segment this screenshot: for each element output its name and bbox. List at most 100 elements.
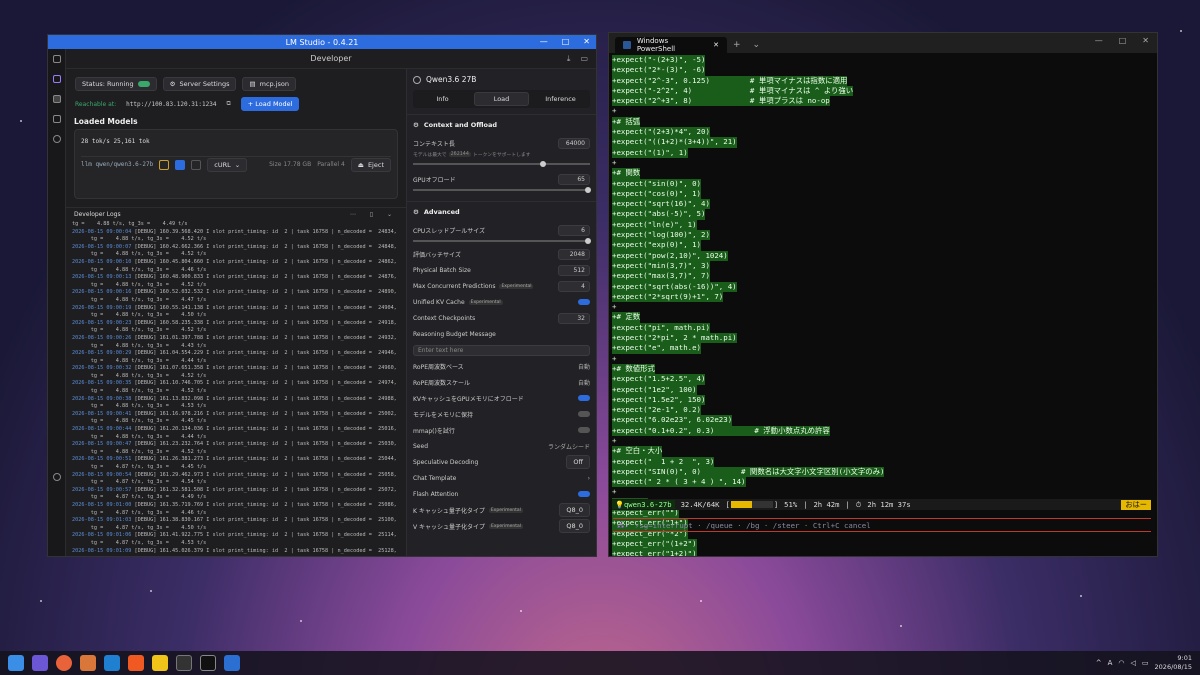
setting-select[interactable]: Q8_0	[559, 519, 590, 533]
vscode-icon[interactable]	[104, 655, 120, 671]
models-icon[interactable]	[52, 115, 61, 123]
log-timestamp: 2026-08-15 09:00:41	[72, 410, 132, 417]
close-icon[interactable]: ✕	[583, 35, 590, 49]
log-text: [DEBUG] 161.23.232.764 I slot print_timi…	[131, 441, 397, 448]
tools-icon[interactable]	[175, 159, 186, 170]
setting-select[interactable]: Q8_0	[559, 503, 590, 517]
brave-icon[interactable]	[128, 655, 144, 671]
setting-value[interactable]: 自動	[578, 378, 590, 387]
server-toggle[interactable]	[137, 81, 150, 87]
language-icon[interactable]: A	[1108, 659, 1113, 667]
terminal-input[interactable]: ⁂› ⚡sg=interrupt · /queue · /bg · /steer…	[613, 518, 1151, 532]
claude-icon[interactable]	[80, 655, 96, 671]
speaker-icon[interactable]: ◁	[1131, 659, 1136, 667]
terminal-status-line: 💡qwen3.6-27b 32.4K/64K [] 51% | 2h 42m | ⏱…	[612, 499, 1151, 510]
app-icon[interactable]	[200, 655, 216, 671]
experimental-badge: Experimental	[499, 283, 534, 289]
copy-icon[interactable]: ⧉	[226, 100, 230, 108]
search-icon[interactable]	[52, 135, 61, 143]
tab-close-icon[interactable]: ✕	[713, 41, 719, 49]
download-icon[interactable]: ⤓	[567, 54, 571, 64]
gpu-offload-slider[interactable]	[413, 187, 591, 193]
setting-field[interactable]: 6	[558, 224, 590, 236]
log-text: [DEBUG] 161.29.462.973 I slot print_timi…	[131, 471, 397, 478]
tab-dropdown-icon[interactable]: ⌄	[753, 40, 761, 50]
setting-toggle[interactable]	[578, 395, 590, 401]
gpu-offload-field[interactable]: 65	[558, 173, 590, 185]
code-icon[interactable]	[191, 159, 202, 170]
cpu-thread-slider[interactable]	[413, 238, 591, 244]
terminal-line: +expect("2e-1", 0.2)	[612, 405, 701, 416]
battery-icon[interactable]: ▭	[1142, 659, 1149, 667]
wifi-icon[interactable]: ◠	[1118, 659, 1124, 667]
setting-label: RoPE周波数スケール	[413, 379, 470, 387]
advanced-section-header[interactable]: ⚙ Advanced	[407, 201, 596, 222]
lm-title-bar[interactable]: LM Studio - 0.4.21 — □ ✕	[48, 35, 596, 49]
tab-info[interactable]: Info	[415, 92, 470, 106]
tab-load[interactable]: Load	[474, 92, 529, 106]
terminal-line: +	[612, 157, 617, 167]
monitor-icon[interactable]	[224, 655, 240, 671]
start-icon[interactable]	[8, 655, 24, 671]
browser-icon[interactable]	[56, 655, 72, 671]
gear-icon: ⚙	[413, 208, 419, 216]
new-tab-icon[interactable]: +	[733, 40, 741, 50]
eject-button[interactable]: ⏏ Eject	[350, 157, 391, 172]
terminal-tab[interactable]: Windows PowerShell ✕	[615, 37, 727, 53]
setting-value[interactable]: 自動	[578, 362, 590, 371]
minimize-icon[interactable]: —	[540, 35, 548, 49]
settings-icon[interactable]	[52, 473, 61, 481]
setting-toggle[interactable]	[578, 299, 590, 305]
lm-studio-taskbar-icon[interactable]	[32, 655, 48, 671]
maximize-icon[interactable]: □	[1119, 36, 1127, 45]
eye-icon[interactable]	[159, 159, 170, 170]
log-timestamp: 2026-08-15 09:01:09	[72, 547, 132, 554]
log-actions-icon[interactable]: ⋯ ▯ ⌄	[350, 211, 398, 218]
terminal-line: +expect("2^-3", 0.125) # 単項マイナスは指数に適用	[612, 75, 848, 86]
chevron-up-icon[interactable]: ^	[1096, 659, 1102, 667]
log-text: [DEBUG] 161.07.651.358 I slot print_timi…	[131, 365, 397, 372]
terminal-taskbar-icon[interactable]	[176, 655, 192, 671]
setting-field[interactable]: 512	[558, 264, 590, 276]
setting-toggle[interactable]	[578, 427, 590, 433]
sidebar-toggle-icon[interactable]	[52, 55, 61, 63]
curl-button[interactable]: cURL ⌄	[207, 157, 248, 172]
log-text: tg = 4.88 t/s, tg_3s = 4.52 t/s	[72, 448, 207, 455]
terminal-line: +expect("log(100)", 2)	[612, 230, 710, 241]
setting-toggle[interactable]	[578, 411, 590, 417]
context-length-field[interactable]: 64000	[558, 137, 590, 149]
server-settings-button[interactable]: ⚙ Server Settings	[162, 77, 237, 91]
developer-icon[interactable]	[52, 95, 61, 103]
setting-row: Physical Batch Size 512	[407, 262, 596, 278]
setting-value[interactable]: ›	[588, 475, 590, 482]
panel-toggle-icon[interactable]: ▭	[580, 54, 588, 64]
setting-field[interactable]: 32	[558, 312, 590, 324]
maximize-icon[interactable]: □	[562, 35, 570, 49]
developer-logs-tab[interactable]: Developer Logs	[74, 211, 121, 218]
tab-inference[interactable]: Inference	[533, 92, 588, 106]
mcp-json-button[interactable]: ▤ mcp.json	[242, 77, 297, 91]
mcp-label: mcp.json	[259, 80, 290, 88]
chat-icon[interactable]	[52, 75, 61, 83]
setting-select[interactable]: Off	[566, 455, 590, 469]
log-line: tg = 4.88 t/s, tg_3s = 4.46 t/s	[72, 267, 402, 275]
minimize-icon[interactable]: —	[1095, 36, 1103, 45]
clock[interactable]: 9:01 2026/08/15	[1155, 654, 1192, 672]
setting-value[interactable]: ランダムシード	[548, 442, 590, 451]
setting-field[interactable]: 2048	[558, 248, 590, 260]
context-note-value: 262144	[448, 152, 471, 157]
reasoning-budget-input[interactable]: Enter text here	[413, 344, 590, 356]
folder-icon[interactable]	[152, 655, 168, 671]
log-text: [DEBUG] 161.01.397.788 I slot print_timi…	[131, 334, 397, 341]
status-button[interactable]: Status: Running	[75, 77, 157, 91]
model-identifier[interactable]: llm qwen/qwen3.6-27b	[81, 161, 153, 168]
close-icon[interactable]: ✕	[1142, 36, 1149, 45]
context-length-slider[interactable]	[413, 161, 590, 167]
reachable-url[interactable]: http://100.83.120.31:1234	[126, 101, 216, 108]
log-text: [DEBUG] 160.48.900.833 I slot print_timi…	[131, 274, 397, 281]
log-line: 2026-08-15 09:00:13 [DEBUG] 160.48.900.8…	[72, 274, 402, 282]
setting-field[interactable]: 4	[558, 280, 590, 292]
load-model-button[interactable]: + Load Model	[240, 97, 300, 111]
setting-toggle[interactable]	[578, 491, 590, 497]
context-section-header[interactable]: ⚙ Context and Offload	[407, 114, 596, 135]
